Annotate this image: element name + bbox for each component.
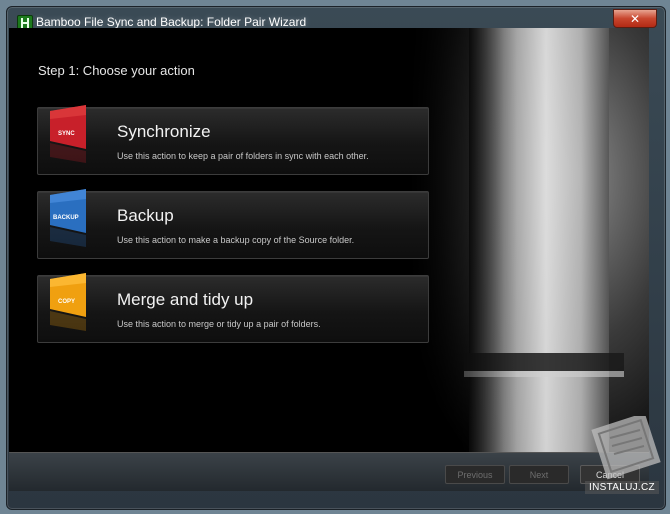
card-description: Use this action to keep a pair of folder…	[117, 151, 369, 161]
copy-badge-icon: COPY	[50, 273, 86, 331]
close-button[interactable]: ✕	[613, 9, 657, 28]
backup-action-card[interactable]: BACKUP Backup Use this action to make a …	[37, 189, 429, 259]
synchronize-action-card[interactable]: SYNC Synchronize Use this action to keep…	[37, 105, 429, 175]
card-description: Use this action to make a backup copy of…	[117, 235, 355, 245]
svg-text:COPY: COPY	[58, 299, 75, 305]
svg-text:BACKUP: BACKUP	[53, 215, 79, 221]
watermark-text: INSTALUJ.CZ	[585, 481, 659, 494]
backup-badge-icon: BACKUP	[50, 189, 86, 247]
previous-button[interactable]: Previous	[445, 465, 505, 484]
step-title: Step 1: Choose your action	[38, 63, 195, 78]
wizard-button-bar: Previous Next Cancel	[9, 452, 649, 491]
card-title: Merge and tidy up	[117, 290, 254, 309]
svg-text:SYNC: SYNC	[58, 131, 75, 137]
close-icon: ✕	[629, 11, 641, 26]
card-title: Synchronize	[117, 122, 211, 141]
bamboo-background-image	[409, 28, 649, 452]
card-title: Backup	[117, 206, 174, 225]
window-title: Bamboo File Sync and Backup: Folder Pair…	[36, 15, 307, 29]
merge-action-card[interactable]: COPY Merge and tidy up Use this action t…	[37, 273, 429, 343]
card-description: Use this action to merge or tidy up a pa…	[117, 319, 321, 329]
wizard-content: Step 1: Choose your action SYNC Synchron…	[9, 28, 649, 452]
next-button[interactable]: Next	[509, 465, 569, 484]
sync-badge-icon: SYNC	[50, 105, 86, 163]
